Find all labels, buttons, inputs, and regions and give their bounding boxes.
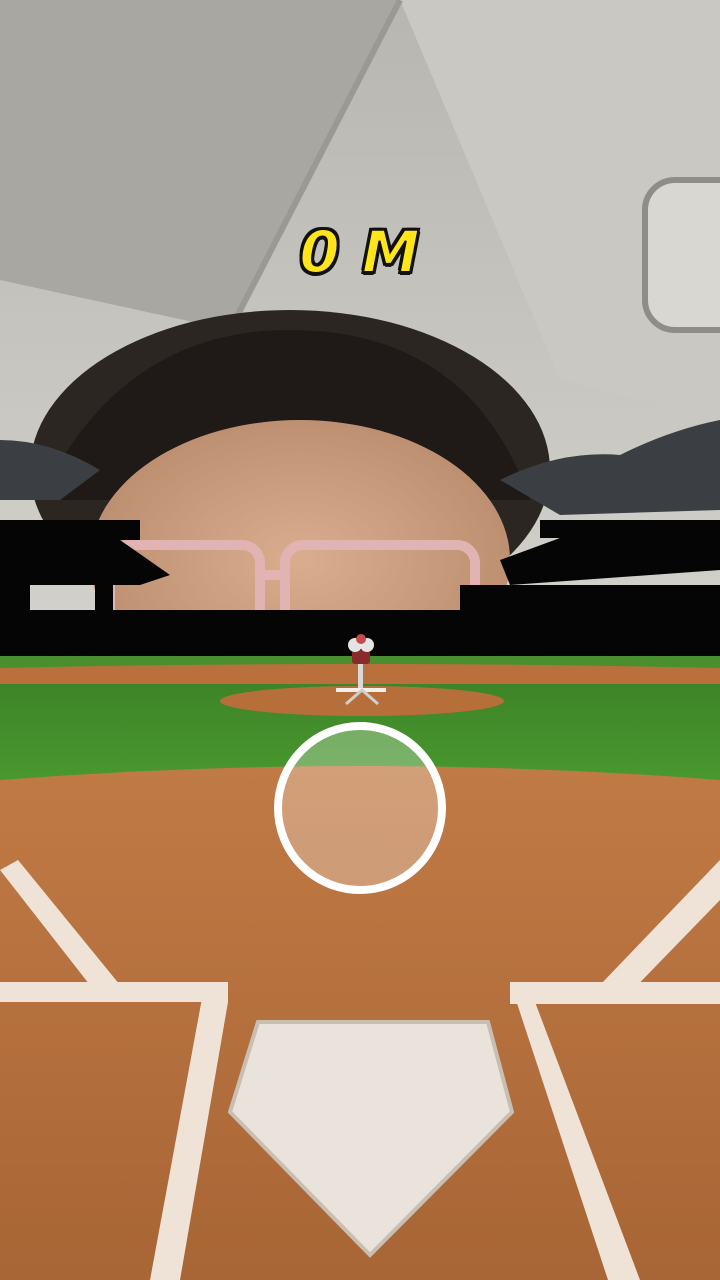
game-scene	[0, 0, 720, 1280]
aim-target-button[interactable]	[274, 722, 446, 894]
